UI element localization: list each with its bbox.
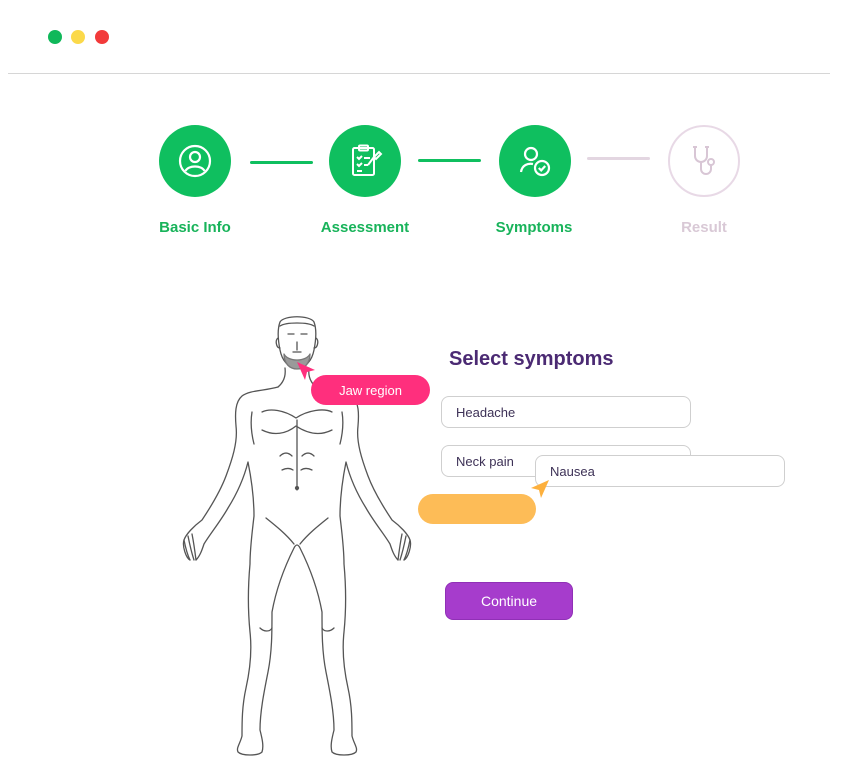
jaw-region-tag[interactable]: Jaw region	[311, 375, 430, 405]
clipboard-icon	[352, 144, 383, 176]
step-label: Symptoms	[495, 219, 573, 236]
step-result[interactable]	[668, 125, 740, 197]
step-symptoms[interactable]	[499, 125, 571, 197]
step-label: Basic Info	[159, 219, 231, 236]
jaw-pointer-icon	[297, 362, 315, 380]
step-label: Assessment	[320, 219, 410, 236]
symptom-field-nausea[interactable]: Nausea	[535, 455, 785, 487]
user-icon	[178, 144, 212, 178]
step-connector	[250, 161, 313, 164]
step-connector	[418, 159, 481, 162]
orange-tag[interactable]	[418, 494, 536, 524]
page-title: Select symptoms	[449, 348, 614, 370]
step-connector	[587, 157, 650, 160]
orange-pointer-icon	[531, 480, 549, 498]
header-divider	[8, 73, 830, 74]
window-control-green[interactable]	[48, 30, 62, 44]
step-basic-info[interactable]	[159, 125, 231, 197]
continue-button[interactable]: Continue	[445, 582, 573, 620]
step-assessment[interactable]	[329, 125, 401, 197]
window-control-red[interactable]	[95, 30, 109, 44]
step-label: Result	[681, 219, 727, 236]
symptom-field-headache[interactable]: Headache	[441, 396, 691, 428]
stethoscope-icon	[693, 146, 715, 175]
user-check-icon	[519, 146, 551, 177]
window-control-yellow[interactable]	[71, 30, 85, 44]
